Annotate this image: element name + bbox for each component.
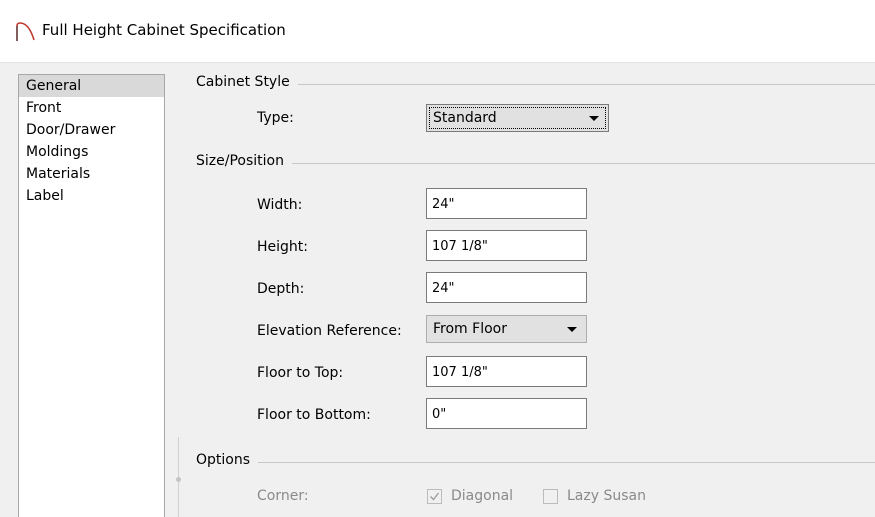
lazy-susan-checkbox[interactable] (543, 489, 558, 504)
checkmark-icon (430, 492, 440, 501)
title-bar: Full Height Cabinet Specification (0, 0, 875, 62)
floor-to-bottom-label: Floor to Bottom: (257, 407, 371, 423)
cabinet-style-group-title: Cabinet Style (196, 74, 298, 90)
options-group-title: Options (196, 452, 259, 468)
sidebar-item-front[interactable]: Front (19, 97, 164, 119)
chevron-down-icon (588, 105, 600, 131)
height-label: Height: (257, 239, 308, 255)
sidebar: General Front Door/Drawer Moldings Mater… (18, 74, 165, 517)
corner-label: Corner: (257, 488, 309, 504)
elevation-reference-select[interactable]: From Floor (426, 315, 587, 343)
type-select-value: Standard (433, 110, 497, 126)
width-label: Width: (257, 197, 303, 213)
options-group-line (196, 462, 875, 463)
width-field[interactable] (426, 188, 587, 219)
splitter-grip-icon[interactable] (175, 471, 182, 482)
depth-field[interactable] (426, 272, 587, 303)
floor-to-top-field[interactable] (426, 356, 587, 387)
window-title: Full Height Cabinet Specification (42, 21, 286, 39)
chevron-down-icon (566, 316, 578, 342)
sidebar-item-general[interactable]: General (19, 75, 164, 97)
depth-label: Depth: (257, 281, 305, 297)
size-position-group-line (196, 163, 875, 164)
elevation-reference-value: From Floor (433, 321, 507, 337)
sidebar-item-moldings[interactable]: Moldings (19, 141, 164, 163)
sidebar-item-materials[interactable]: Materials (19, 163, 164, 185)
elevation-reference-label: Elevation Reference: (257, 323, 402, 339)
cabinet-style-group-line (196, 84, 875, 85)
size-position-group-title: Size/Position (196, 153, 292, 169)
floor-to-bottom-field[interactable] (426, 398, 587, 429)
diagonal-checkbox[interactable] (427, 489, 442, 504)
arch-icon (14, 20, 36, 42)
sidebar-item-label[interactable]: Label (19, 185, 164, 207)
type-select[interactable]: Standard (426, 104, 609, 132)
title-divider (0, 62, 875, 63)
floor-to-top-label: Floor to Top: (257, 365, 344, 381)
lazy-susan-label: Lazy Susan (567, 488, 646, 504)
sidebar-item-door-drawer[interactable]: Door/Drawer (19, 119, 164, 141)
diagonal-label: Diagonal (451, 488, 514, 504)
type-label: Type: (257, 110, 294, 126)
height-field[interactable] (426, 230, 587, 261)
